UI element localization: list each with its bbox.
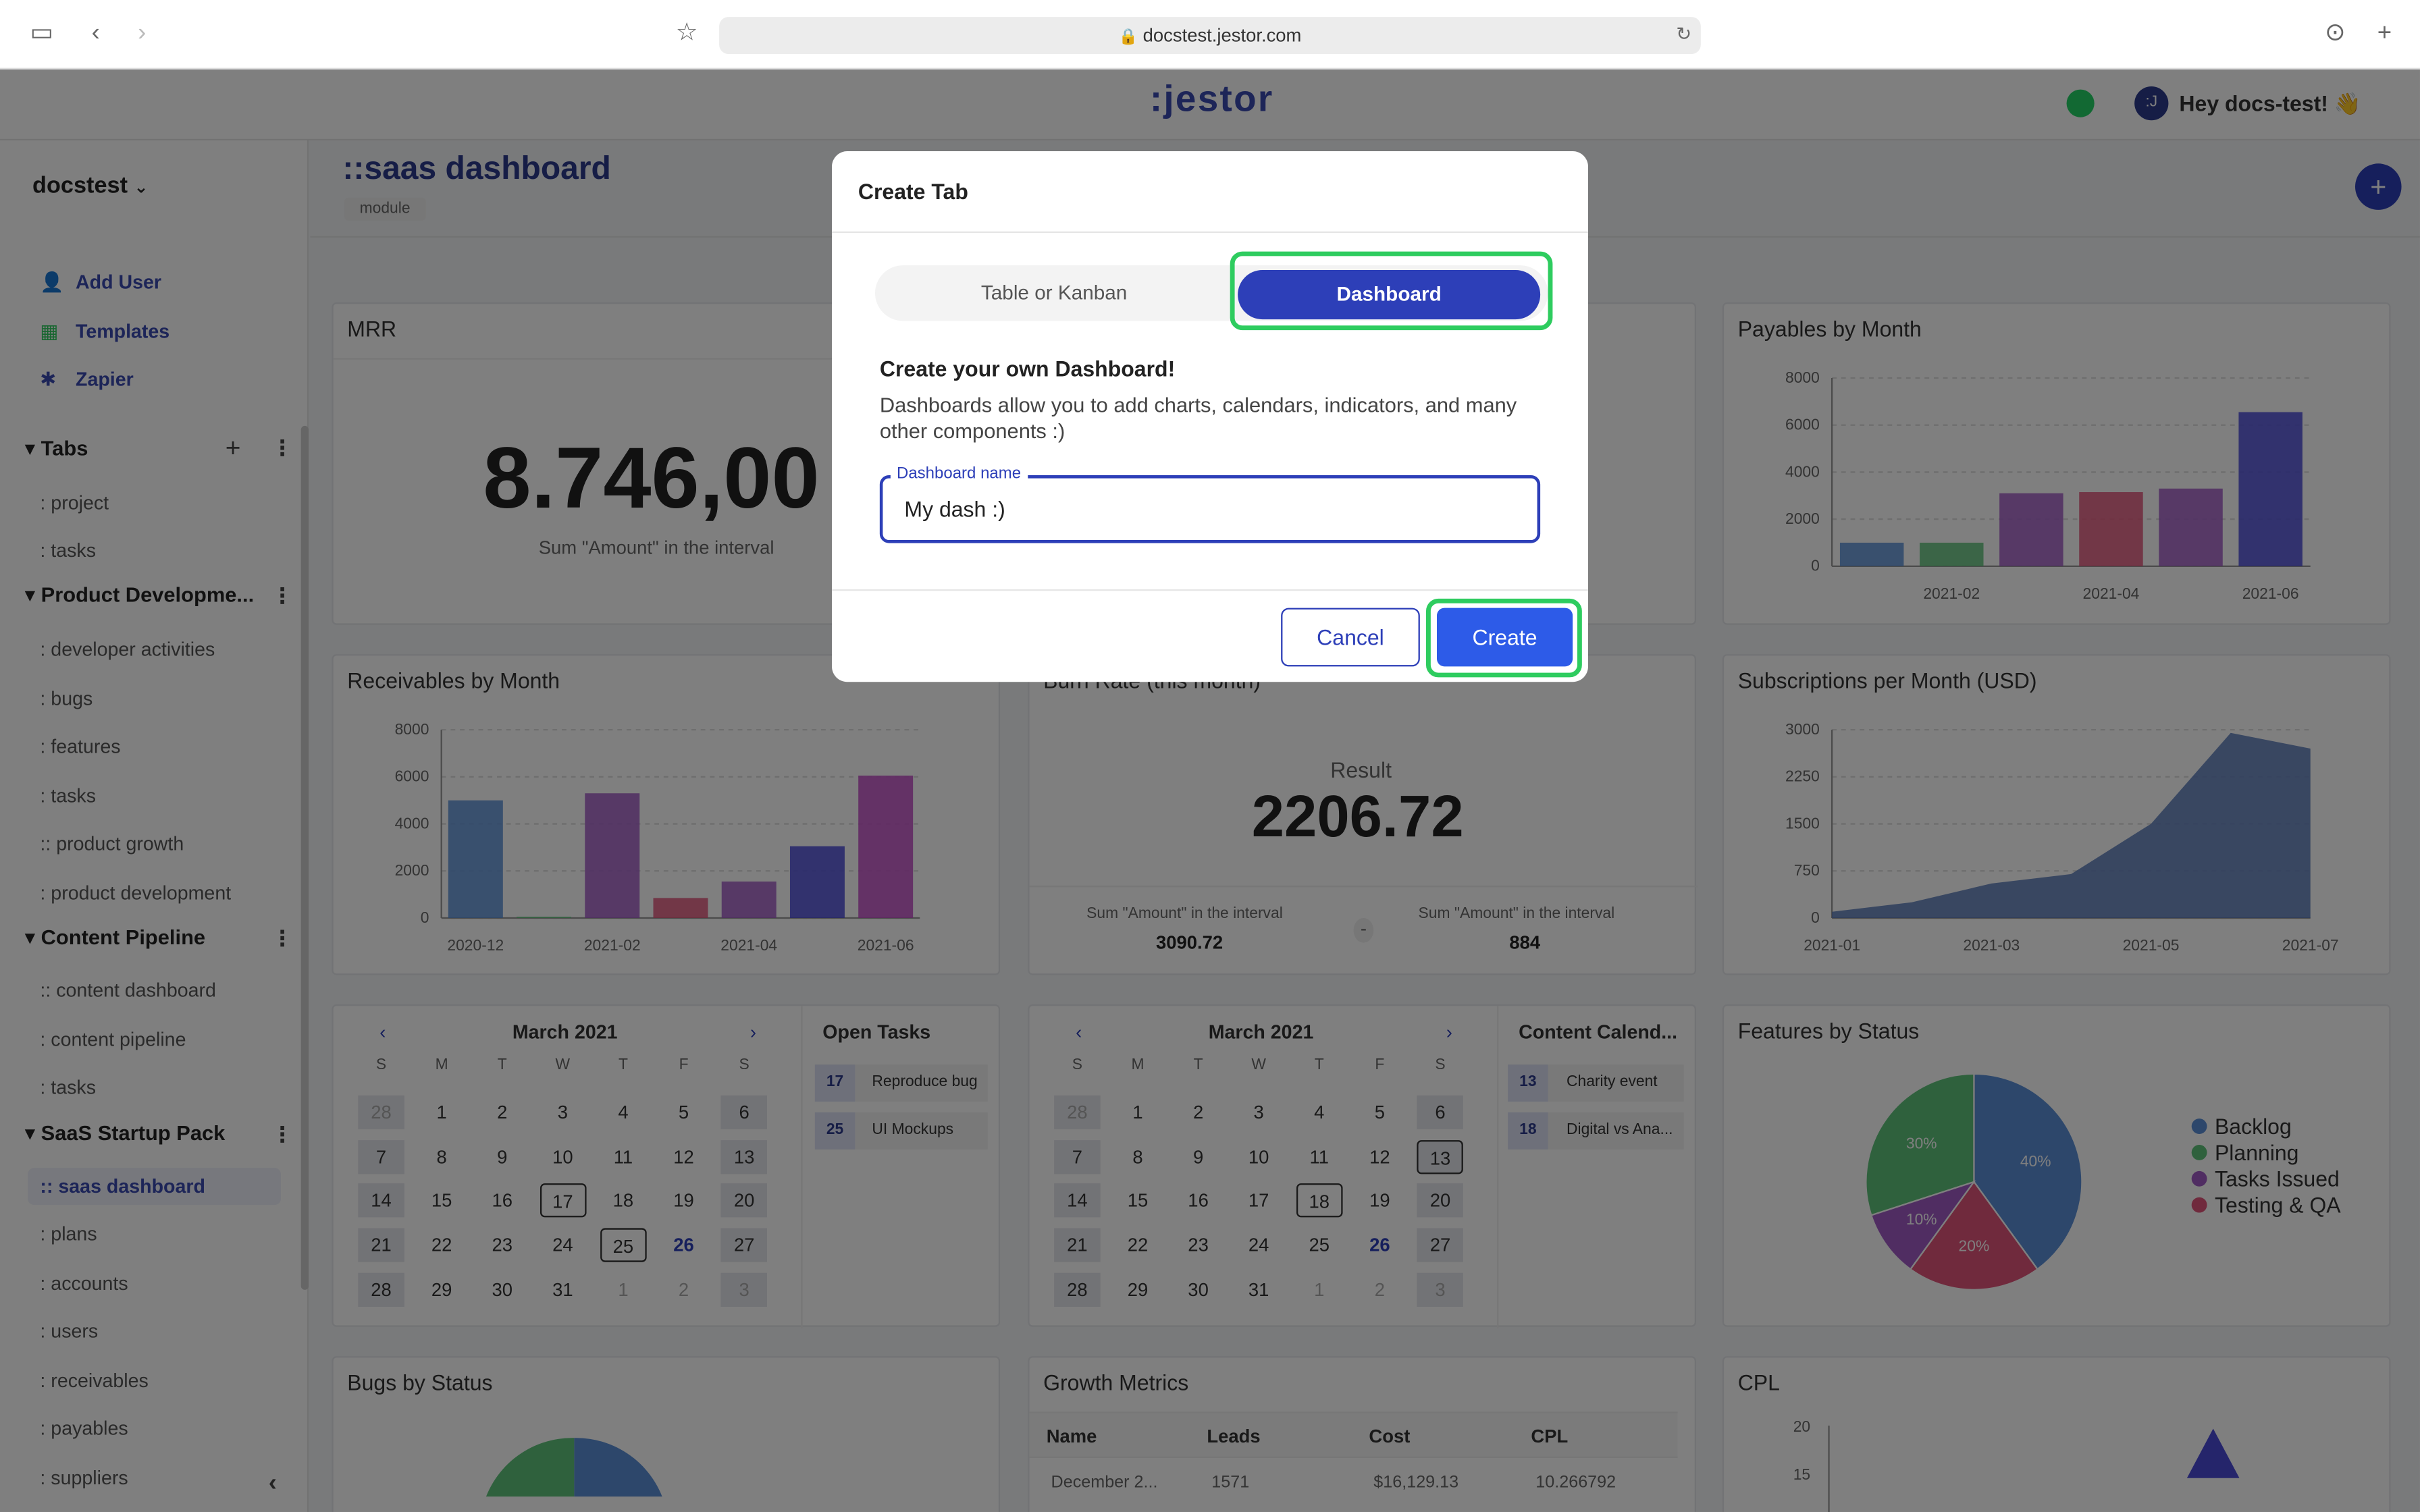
back-icon[interactable]: ‹ (80, 18, 111, 49)
divider (831, 589, 1588, 591)
browser-toolbar: ▭ ‹ › ☆ 🔒 docstest.jestor.com ↻ ⊙ + (0, 0, 2420, 70)
download-icon[interactable]: ⊙ (2319, 18, 2350, 49)
cancel-button[interactable]: Cancel (1281, 608, 1420, 667)
highlight-frame (1425, 598, 1582, 678)
highlight-frame (1230, 251, 1553, 331)
forward-icon[interactable]: › (126, 18, 157, 49)
address-bar[interactable]: 🔒 docstest.jestor.com (719, 17, 1701, 54)
new-tab-icon[interactable]: + (2369, 18, 2400, 49)
screen: ▭ ‹ › ☆ 🔒 docstest.jestor.com ↻ ⊙ + :jes… (0, 0, 2420, 1512)
bookmark-star-icon[interactable]: ☆ (671, 18, 702, 49)
reload-icon[interactable]: ↻ (1668, 18, 1700, 49)
lock-icon: 🔒 (1118, 29, 1138, 47)
modal-description: Dashboards allow you to add charts, cale… (879, 393, 1517, 442)
create-tab-modal: Create Tab Table or Kanban Dashboard Cre… (831, 151, 1588, 682)
modal-title: Create Tab (858, 179, 968, 204)
dashboard-name-field[interactable] (879, 475, 1541, 543)
modal-heading: Create your own Dashboard! (879, 356, 1176, 381)
url-text: docstest.jestor.com (1142, 24, 1302, 47)
field-label: Dashboard name (890, 464, 1028, 483)
dashboard-name-input[interactable] (904, 496, 1522, 522)
sidebar-toggle-icon[interactable]: ▭ (26, 18, 57, 49)
option-table-or-kanban[interactable]: Table or Kanban (875, 265, 1233, 321)
divider (831, 231, 1588, 234)
